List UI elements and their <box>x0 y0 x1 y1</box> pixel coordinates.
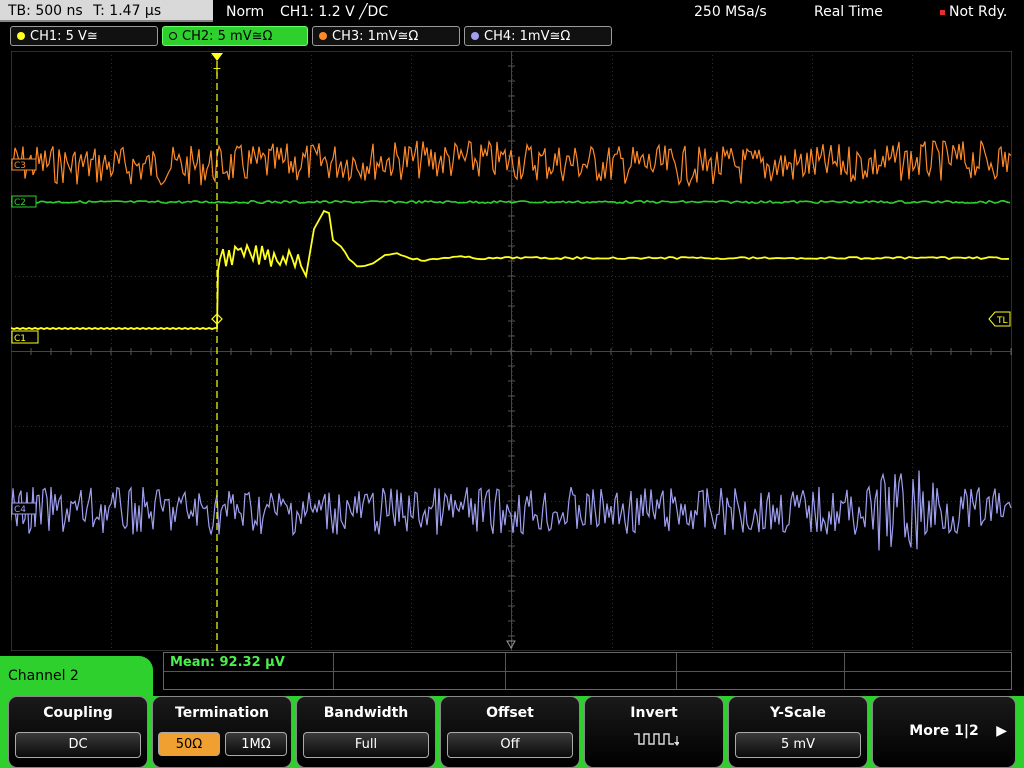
ch4-marker-label: C4 <box>14 505 26 515</box>
timebase-box[interactable]: TB: 500 ns T: 1.47 µs <box>0 0 213 22</box>
measurement-panel: Mean: 92.32 µV <box>163 652 1012 690</box>
bandwidth-softkey[interactable]: Bandwidth Full <box>296 696 436 768</box>
tab-channel-3[interactable]: CH3: 1mV≅Ω <box>312 26 460 46</box>
termination-50-ohm-option[interactable]: 50Ω <box>158 732 220 756</box>
more-arrow-icon: ▶ <box>996 723 1007 739</box>
ch1-level-marker[interactable]: C1 <box>11 330 39 344</box>
offset-title: Offset <box>486 705 534 721</box>
bandwidth-value: Full <box>303 732 429 758</box>
channel-menu-title: Channel 2 <box>0 656 153 700</box>
termination-softkey[interactable]: Termination 50Ω 1MΩ <box>152 696 292 768</box>
ready-state-label: Not Rdy. <box>949 4 1008 20</box>
tab-channel-4-label: CH4: 1mV≅Ω <box>484 29 571 44</box>
waveform-display[interactable]: T C3 C2 C1 C4 TL <box>11 51 1012 651</box>
ch1-marker-label: C1 <box>14 334 26 344</box>
invert-softkey[interactable]: Invert <box>584 696 724 768</box>
invert-waveform-icon <box>634 733 679 746</box>
ch2-level-marker[interactable]: C2 <box>11 195 37 208</box>
ch1-color-icon <box>17 32 25 40</box>
ch4-color-icon <box>471 32 479 40</box>
bandwidth-title: Bandwidth <box>323 705 409 721</box>
more-label: More 1|2 <box>909 723 979 739</box>
tab-channel-1[interactable]: CH1: 5 V≅ <box>10 26 158 46</box>
coupling-title: Coupling <box>43 705 113 721</box>
ch4-level-marker[interactable]: C4 <box>11 502 37 515</box>
ch2-marker-label: C2 <box>14 198 26 208</box>
coupling-value: DC <box>15 732 141 758</box>
more-softkey[interactable]: More 1|2 ▶ <box>872 696 1016 768</box>
trigger-setting[interactable]: CH1: 1.2 V ╱DC <box>280 0 388 24</box>
tab-channel-3-label: CH3: 1mV≅Ω <box>332 29 419 44</box>
ch2-color-icon <box>169 32 177 40</box>
y-scale-softkey[interactable]: Y-Scale 5 mV <box>728 696 868 768</box>
termination-1m-ohm-option[interactable]: 1MΩ <box>225 732 287 756</box>
ch3-marker-label: C3 <box>14 161 26 171</box>
channel-tabs: CH1: 5 V≅ CH2: 5 mV≅Ω CH3: 1mV≅Ω CH4: 1m… <box>0 26 1024 48</box>
ch3-level-marker[interactable]: C3 <box>11 158 37 171</box>
trigger-level-label: TL <box>996 316 1008 326</box>
status-dot-icon <box>940 9 945 15</box>
tab-channel-1-label: CH1: 5 V≅ <box>30 29 98 44</box>
ch3-color-icon <box>319 32 327 40</box>
acquisition-mode: Real Time <box>814 4 883 20</box>
trigger-mode[interactable]: Norm <box>226 0 264 24</box>
tab-channel-4[interactable]: CH4: 1mV≅Ω <box>464 26 612 46</box>
y-scale-title: Y-Scale <box>769 705 826 721</box>
tab-channel-2[interactable]: CH2: 5 mV≅Ω <box>162 26 308 46</box>
measurement-mean: Mean: 92.32 µV <box>170 655 285 670</box>
tab-channel-2-label: CH2: 5 mV≅Ω <box>182 29 273 44</box>
status-bar: TB: 500 ns T: 1.47 µs Norm CH1: 1.2 V ╱D… <box>0 0 1024 24</box>
termination-title: Termination <box>175 705 269 721</box>
trigger-marker-label: T <box>213 66 221 79</box>
offset-softkey[interactable]: Offset Off <box>440 696 580 768</box>
coupling-softkey[interactable]: Coupling DC <box>8 696 148 768</box>
sample-rate: 250 MSa/s <box>694 4 767 20</box>
ready-state: Not Rdy. <box>940 0 1007 24</box>
offset-value: Off <box>447 732 573 758</box>
y-scale-value: 5 mV <box>735 732 861 758</box>
timebase-value: TB: 500 ns <box>8 3 83 19</box>
invert-title: Invert <box>630 705 678 721</box>
trigger-time-value: T: 1.47 µs <box>93 3 162 19</box>
